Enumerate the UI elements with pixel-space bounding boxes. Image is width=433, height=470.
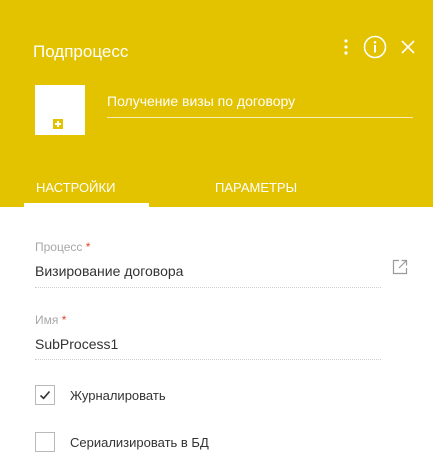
tab-settings-label: НАСТРОЙКИ xyxy=(36,180,116,195)
process-label: Процесс * xyxy=(35,240,90,254)
logging-checkbox-label: Журналировать xyxy=(70,388,166,403)
element-name-text: Получение визы по договору xyxy=(107,93,296,109)
subprocess-element-icon xyxy=(35,85,85,135)
name-field-underline xyxy=(35,359,381,360)
serialize-db-checkbox-label: Сериализировать в БД xyxy=(70,435,209,450)
process-label-text: Процесс xyxy=(35,240,83,254)
subprocess-panel: Подпроцесс Получение визы по договору НА… xyxy=(0,0,433,470)
name-label-text: Имя xyxy=(35,313,59,327)
info-icon[interactable] xyxy=(363,35,387,59)
plus-square-icon xyxy=(53,119,63,129)
tab-parameters[interactable]: ПАРАМЕТРЫ xyxy=(215,176,297,207)
check-icon xyxy=(39,390,51,400)
process-field-underline xyxy=(35,287,381,288)
close-icon[interactable] xyxy=(401,40,415,54)
tab-parameters-label: ПАРАМЕТРЫ xyxy=(215,180,298,195)
logging-checkbox[interactable] xyxy=(35,385,55,405)
name-label: Имя * xyxy=(35,313,66,327)
required-mark: * xyxy=(61,313,67,327)
active-tab-indicator xyxy=(24,203,149,207)
tab-settings[interactable]: НАСТРОЙКИ xyxy=(24,176,149,207)
process-field[interactable]: Визирование договора xyxy=(35,263,183,279)
serialize-db-checkbox[interactable] xyxy=(35,432,55,452)
panel-title: Подпроцесс xyxy=(33,42,129,61)
element-name-field[interactable]: Получение визы по договору xyxy=(107,90,413,118)
panel-header: Подпроцесс Получение визы по договору НА… xyxy=(0,0,433,207)
open-external-icon[interactable] xyxy=(392,259,408,280)
more-vertical-icon[interactable] xyxy=(343,38,349,56)
required-mark: * xyxy=(85,240,91,254)
name-field[interactable]: SubProcess1 xyxy=(35,336,118,352)
tab-bar: НАСТРОЙКИ ПАРАМЕТРЫ xyxy=(0,176,433,207)
header-actions xyxy=(343,35,415,59)
